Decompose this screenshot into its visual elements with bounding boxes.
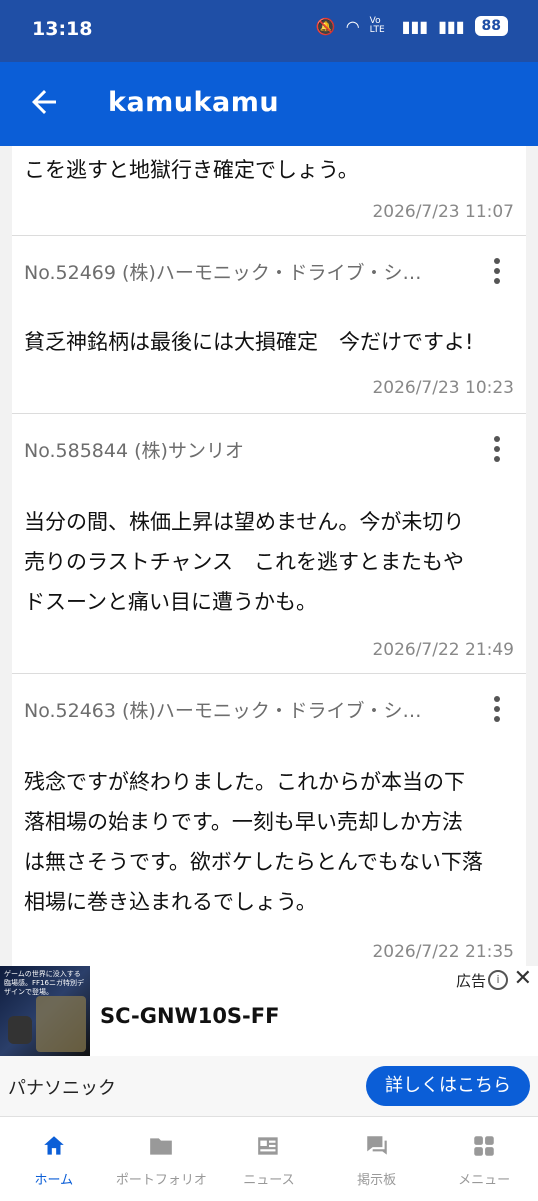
- post-body: 残念ですが終わりました。これからが本当の下 落相場の始まりです。一刻も早い売却し…: [24, 762, 514, 922]
- post-body-line: こを逃すと地獄行き確定でしょう。: [24, 158, 359, 182]
- post-body-line: ドスーンと痛い目に遭うかも。: [24, 590, 317, 614]
- ad-footer: パナソニック 詳しくはこちら: [0, 1056, 538, 1116]
- news-icon: [258, 1137, 278, 1155]
- post-body: 当分の間、株価上昇は望めません。今が未切り 売りのラストチャンス これを逃すとま…: [24, 502, 514, 622]
- signal-icon: ▮▮▮: [401, 16, 429, 36]
- nav-label: ホーム: [34, 1173, 74, 1188]
- status-icons: 🔕 ◠ Vo LTE ▮▮▮ ▮▮▮ 88: [316, 16, 508, 36]
- info-icon[interactable]: i: [488, 970, 508, 990]
- nav-home[interactable]: ホーム: [0, 1117, 108, 1201]
- wifi-icon: ◠: [345, 16, 360, 36]
- post-date: 2026/7/22 21:35: [372, 942, 514, 962]
- battery-icon: 88: [474, 16, 508, 36]
- app-bar: kamukamu: [0, 62, 538, 146]
- post-body-line: 相場に巻き込まれるでしょう。: [24, 890, 317, 914]
- grid-icon: [474, 1136, 494, 1156]
- post-body-line: 落相場の始まりです。一刻も早い売却しか方法: [24, 810, 463, 834]
- ad-label: 広告: [455, 972, 486, 990]
- ad-title[interactable]: SC-GNW10S-FF: [100, 1004, 279, 1028]
- post-body-line: は無さそうです。欲ボケしたらとんでもない下落: [24, 850, 483, 874]
- network-label: Vo LTE: [369, 16, 385, 35]
- close-icon[interactable]: ✕: [514, 966, 532, 991]
- back-arrow-icon[interactable]: [26, 84, 62, 120]
- nav-label: ニュース: [243, 1173, 295, 1188]
- nav-news[interactable]: ニュース: [215, 1117, 323, 1201]
- post-body: 貧乏神銘柄は最後には大損確定 今だけですよ!: [24, 322, 514, 362]
- nav-label: ポートフォリオ: [115, 1173, 207, 1188]
- nav-menu[interactable]: メニュー: [430, 1117, 538, 1201]
- folder-icon: [150, 1138, 173, 1155]
- more-options-icon[interactable]: [492, 258, 502, 286]
- more-options-icon[interactable]: [492, 696, 502, 724]
- post-body: こを逃すと地獄行き確定でしょう。: [24, 150, 514, 190]
- headphone-shape: [8, 1016, 32, 1044]
- ad-cta-button[interactable]: 詳しくはこちら: [366, 1066, 530, 1106]
- post-body-line: 残念ですが終わりました。これからが本当の下: [24, 770, 465, 794]
- mute-icon: 🔕: [315, 16, 336, 36]
- post-card[interactable]: こを逃すと地獄行き確定でしょう。 2026/7/23 11:07: [12, 146, 526, 235]
- post-list[interactable]: こを逃すと地獄行き確定でしょう。 2026/7/23 11:07 No.5246…: [0, 146, 538, 966]
- post-body-line: 売りのラストチャンス これを逃すとまたもや: [24, 550, 464, 574]
- post-card[interactable]: No.52469 (株)ハーモニック・ドライブ・シ… 貧乏神銘柄は最後には大損確…: [12, 236, 526, 413]
- nav-portfolio[interactable]: ポートフォリオ: [108, 1117, 216, 1201]
- post-card[interactable]: No.52463 (株)ハーモニック・ドライブ・シ… 残念ですが終わりました。こ…: [12, 674, 526, 966]
- home-icon: [44, 1136, 64, 1155]
- ad-image[interactable]: ゲームの世界に没入する臨場感。FF16ニガ特別デザインで登場。: [0, 966, 90, 1056]
- ad-image-text: ゲームの世界に没入する臨場感。FF16ニガ特別デザインで登場。: [4, 970, 84, 996]
- page-title: kamukamu: [108, 87, 280, 118]
- post-date: 2026/7/23 10:23: [372, 378, 514, 398]
- signal-icon-2: ▮▮▮: [438, 16, 465, 36]
- nav-label: メニュー: [458, 1173, 511, 1188]
- status-bar: 13:18 🔕 ◠ Vo LTE ▮▮▮ ▮▮▮ 88: [0, 0, 538, 62]
- more-options-icon[interactable]: [492, 436, 502, 464]
- post-header[interactable]: No.585844 (株)サンリオ: [24, 436, 474, 463]
- bottom-navigation: ホーム ポートフォリオ ニュース 掲示板 メニュー: [0, 1116, 538, 1201]
- post-header[interactable]: No.52469 (株)ハーモニック・ドライブ・シ…: [24, 258, 474, 285]
- game-art-shape: [36, 996, 86, 1052]
- ad-banner[interactable]: ゲームの世界に没入する臨場感。FF16ニガ特別デザインで登場。 SC-GNW10…: [0, 966, 538, 1116]
- nav-board[interactable]: 掲示板: [323, 1117, 431, 1201]
- post-card[interactable]: No.585844 (株)サンリオ 当分の間、株価上昇は望めません。今が未切り …: [12, 414, 526, 673]
- post-body-line: 当分の間、株価上昇は望めません。今が未切り: [24, 510, 465, 534]
- chat-icon: [366, 1136, 387, 1155]
- status-time: 13:18: [32, 18, 93, 40]
- nav-label: 掲示板: [357, 1173, 397, 1188]
- post-date: 2026/7/23 11:07: [372, 202, 514, 222]
- post-body-line: 貧乏神銘柄は最後には大損確定 今だけですよ!: [24, 330, 474, 354]
- ad-advertiser: パナソニック: [8, 1078, 116, 1099]
- post-header[interactable]: No.52463 (株)ハーモニック・ドライブ・シ…: [24, 696, 474, 723]
- post-date: 2026/7/22 21:49: [372, 640, 514, 660]
